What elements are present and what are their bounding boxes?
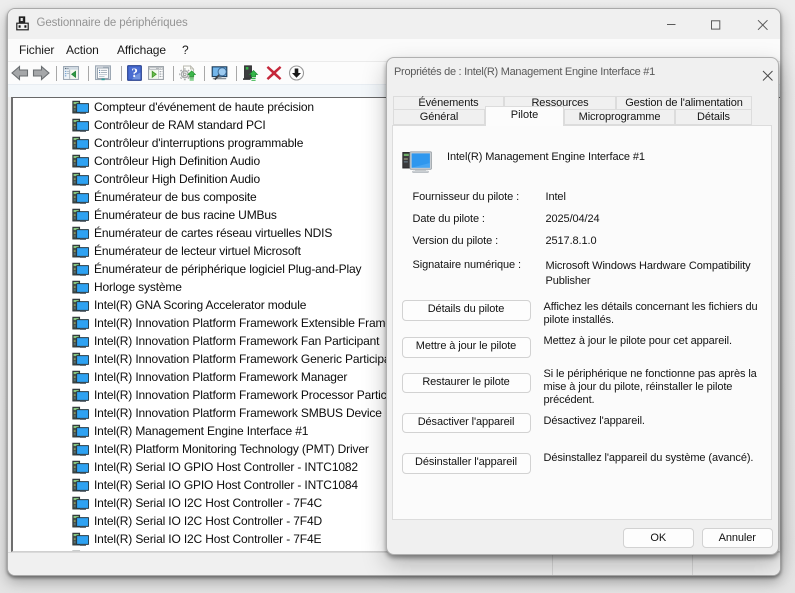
svg-text:?: ? xyxy=(131,65,138,80)
